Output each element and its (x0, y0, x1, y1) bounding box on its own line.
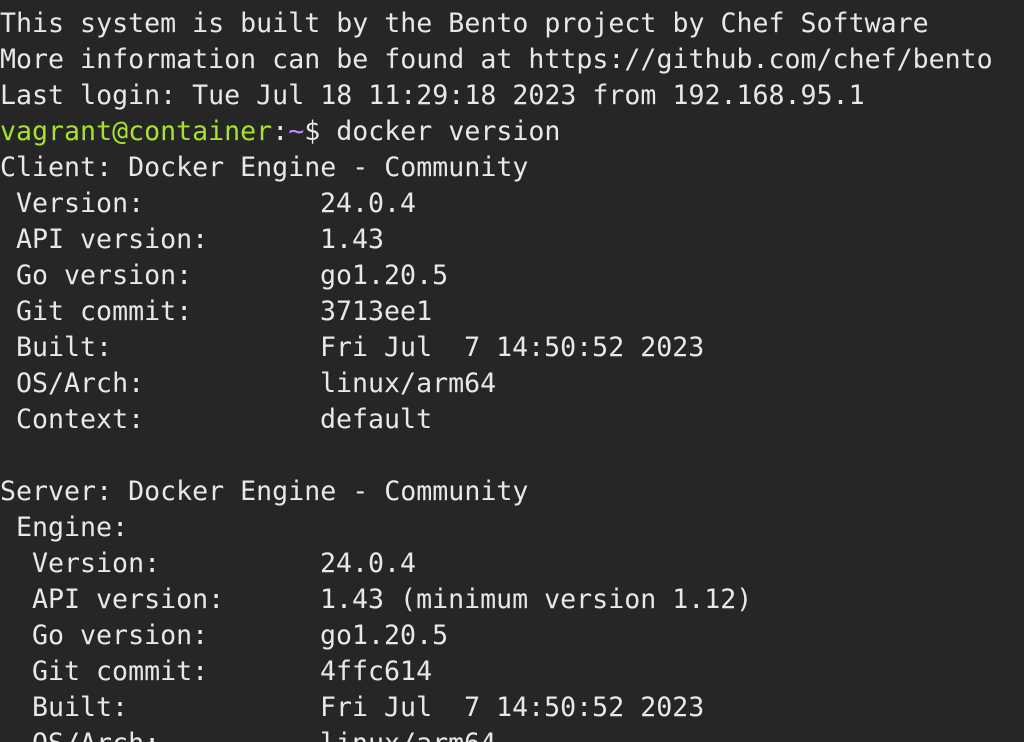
server-field-row: Built: Fri Jul 7 14:50:52 2023 (0, 690, 1024, 726)
prompt-path: ~ (288, 116, 305, 147)
field-key: Version: (16, 188, 145, 219)
field-value: 24.0.4 (320, 548, 417, 579)
prompt-line: vagrant@container: ~ $ docker version (0, 114, 1024, 150)
terminal-output: This system is built by the Bento projec… (0, 6, 1024, 742)
client-field-row: Built: Fri Jul 7 14:50:52 2023 (0, 330, 1024, 366)
client-field-row: Go version: go1.20.5 (0, 258, 1024, 294)
field-key: Go version: (16, 260, 193, 291)
client-header: Client: Docker Engine - Community (0, 150, 1024, 186)
prompt-separator: : (272, 116, 289, 147)
field-value: 1.43 (minimum version 1.12) (320, 584, 753, 615)
field-value: 24.0.4 (320, 188, 417, 219)
motd-line: More information can be found at https:/… (0, 42, 1024, 78)
command-text: docker version (336, 116, 561, 147)
last-login-line: Last login: Tue Jul 18 11:29:18 2023 fro… (0, 78, 1024, 114)
prompt-user-host: vagrant@container (0, 116, 273, 147)
client-field-row: Version: 24.0.4 (0, 186, 1024, 222)
server-field-row: OS/Arch:linux/arm64 (0, 726, 1024, 742)
server-field-row: API version: 1.43 (minimum version 1.12) (0, 582, 1024, 618)
field-key: Built: (32, 692, 129, 723)
field-key: Built: (16, 332, 113, 363)
server-field-row: Version: 24.0.4 (0, 546, 1024, 582)
field-key: API version: (16, 224, 209, 255)
field-value: Fri Jul 7 14:50:52 2023 (320, 692, 705, 723)
field-key: Version: (32, 548, 161, 579)
server-header-text: Server: Docker Engine - Community (0, 476, 529, 507)
field-value: linux/arm64 (320, 726, 496, 742)
motd-text: This system is built by the Bento projec… (0, 8, 929, 39)
prompt-symbol: $ (304, 116, 337, 147)
client-header-text: Client: Docker Engine - Community (0, 152, 529, 183)
field-key: Git commit: (16, 296, 193, 327)
field-key: OS/Arch: (0, 726, 320, 742)
field-value: 3713ee1 (320, 296, 433, 327)
motd-text: More information can be found at https:/… (0, 44, 993, 75)
engine-label-row: Engine: (0, 510, 1024, 546)
field-value: 1.43 (320, 224, 385, 255)
server-field-row: Git commit: 4ffc614 (0, 654, 1024, 690)
client-field-row: Context: default (0, 402, 1024, 438)
server-field-row: Go version: go1.20.5 (0, 618, 1024, 654)
field-value: go1.20.5 (320, 620, 449, 651)
field-key: Context: (16, 404, 145, 435)
field-key: Git commit: (32, 656, 209, 687)
engine-label: Engine: (16, 512, 129, 543)
client-field-row: Git commit: 3713ee1 (0, 294, 1024, 330)
field-key: Go version: (32, 620, 209, 651)
field-key: API version: (32, 584, 225, 615)
field-value: Fri Jul 7 14:50:52 2023 (320, 332, 705, 363)
field-key: OS/Arch: (16, 368, 145, 399)
server-header: Server: Docker Engine - Community (0, 474, 1024, 510)
field-value: 4ffc614 (320, 656, 433, 687)
motd-line: This system is built by the Bento projec… (0, 6, 1024, 42)
field-value: go1.20.5 (320, 260, 449, 291)
field-value: linux/arm64 (320, 368, 497, 399)
client-field-row: API version: 1.43 (0, 222, 1024, 258)
field-value: default (320, 404, 433, 435)
terminal-window[interactable]: This system is built by the Bento projec… (0, 0, 1024, 742)
client-field-row: OS/Arch: linux/arm64 (0, 366, 1024, 402)
last-login-text: Last login: Tue Jul 18 11:29:18 2023 fro… (0, 80, 865, 111)
